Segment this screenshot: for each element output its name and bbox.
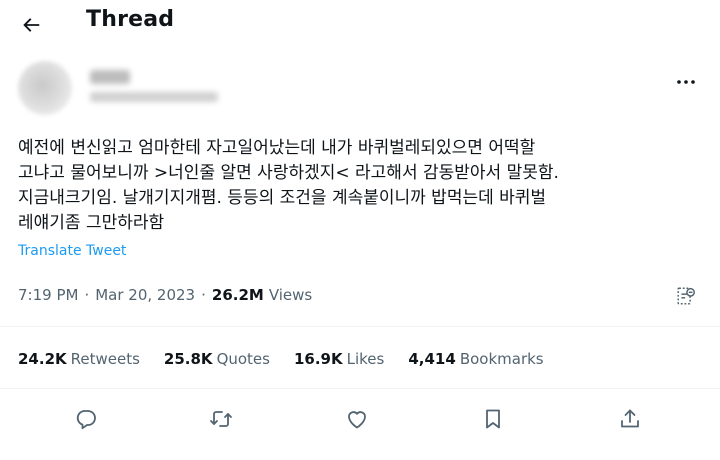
translate-tweet-link[interactable]: Translate Tweet [18,243,126,259]
share-button[interactable] [613,402,647,436]
quotes-stat[interactable]: 25.8K Quotes [164,350,270,368]
retweets-stat[interactable]: 24.2K Retweets [18,350,140,368]
reply-icon [74,407,98,431]
meta-separator: · [201,286,206,304]
quotes-label: Quotes [216,350,270,368]
retweet-button[interactable] [204,402,238,436]
retweets-count: 24.2K [18,350,67,368]
meta-separator: · [84,286,90,304]
tweet-actions [0,398,720,438]
views-count: 26.2M [211,286,264,304]
divider [0,388,720,389]
author-handle[interactable] [90,92,218,102]
likes-label: Likes [346,350,385,368]
engagement-stats: 24.2K Retweets 25.8K Quotes 16.9K Likes … [18,348,568,370]
bookmarks-stat[interactable]: 4,414 Bookmarks [408,350,543,368]
tweet-meta: 7:19 PM · Mar 20, 2023 · 26.2M Views [18,284,312,306]
bookmarks-label: Bookmarks [459,350,544,368]
tweet-date[interactable]: Mar 20, 2023 [95,284,195,306]
bookmarks-count: 4,414 [408,350,456,368]
author-name[interactable] [90,70,130,84]
analytics-button[interactable] [672,282,700,310]
quotes-count: 25.8K [163,350,213,368]
tweet-author [0,55,720,123]
like-icon [345,407,369,431]
divider [0,326,720,327]
arrow-left-icon [20,14,42,36]
analytics-icon [675,285,697,307]
retweets-label: Retweets [70,350,140,368]
like-button[interactable] [340,402,374,436]
thread-header: Thread [0,0,720,46]
likes-stat[interactable]: 16.9K Likes [294,350,384,368]
reply-button[interactable] [69,402,103,436]
share-icon [618,407,642,431]
retweet-icon [209,407,233,431]
tweet-text: 예전에 변신읽고 엄마한테 자고일어났는데 내가 바퀴벌레되있으면 어떡할 고냐… [18,138,559,233]
bookmark-button[interactable] [476,402,510,436]
avatar[interactable] [18,61,72,115]
back-button[interactable] [14,8,48,42]
views-label: Views [268,286,313,304]
bookmark-icon [481,407,505,431]
page-title: Thread [86,7,175,32]
more-horizontal-icon [676,79,696,85]
tweet-time[interactable]: 7:19 PM [18,284,78,306]
more-button[interactable] [670,72,702,92]
likes-count: 16.9K [293,350,343,368]
